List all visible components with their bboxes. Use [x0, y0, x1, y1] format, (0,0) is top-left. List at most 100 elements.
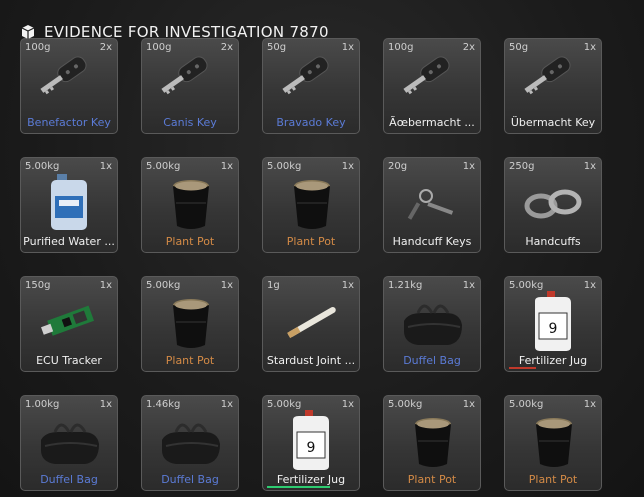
item-weight: 5.00kg: [25, 161, 60, 172]
inventory-header: EVIDENCE FOR INVESTIGATION 7870: [20, 20, 329, 44]
inventory-slot[interactable]: 50g 1x Übermacht Key: [504, 38, 602, 134]
inventory-slot[interactable]: 1.46kg 1x Duffel Bag: [141, 395, 239, 491]
inventory-slot[interactable]: 1.00kg 1x Duffel Bag: [20, 395, 118, 491]
pot-icon: [519, 410, 589, 472]
bag-icon: [35, 410, 105, 472]
item-name: Duffel Bag: [40, 473, 98, 486]
inventory-slot[interactable]: 5.00kg 1x 9 Fertilizer Jug: [504, 276, 602, 372]
inventory-slot[interactable]: 100g 2x Ãœbermacht ...: [383, 38, 481, 134]
inventory-slot[interactable]: 1.21kg 1x Duffel Bag: [383, 276, 481, 372]
inventory-slot[interactable]: 1g 1x Stardust Joint ...: [262, 276, 360, 372]
svg-text:9: 9: [549, 321, 558, 337]
inventory-title: EVIDENCE FOR INVESTIGATION 7870: [44, 23, 329, 41]
item-quantity: 1x: [462, 399, 475, 410]
item-name: Handcuff Keys: [392, 235, 472, 248]
item-name: Handcuffs: [525, 235, 581, 248]
item-name: Plant Pot: [407, 473, 457, 486]
item-weight: 50g: [509, 42, 529, 53]
item-name: Plant Pot: [165, 354, 215, 367]
key-icon: [519, 53, 589, 115]
item-weight: 150g: [25, 280, 51, 291]
pot-icon: [398, 410, 468, 472]
key-icon: [35, 53, 105, 115]
jug-icon: 9: [277, 410, 347, 472]
jug-icon: 9: [519, 291, 589, 353]
inventory-grid: 100g 2x Benefactor Key 100g 2x Canis Key 50g…: [20, 38, 604, 493]
joint-icon: [277, 291, 347, 353]
key-icon: [277, 53, 347, 115]
item-name: Fertilizer Jug: [276, 473, 346, 486]
inventory-slot[interactable]: 100g 2x Benefactor Key: [20, 38, 118, 134]
ecu-icon: [35, 291, 105, 353]
item-weight: 1.46kg: [146, 399, 181, 410]
inventory-slot[interactable]: 5.00kg 1x Plant Pot: [141, 276, 239, 372]
water-icon: [35, 172, 105, 234]
item-quantity: 1x: [583, 42, 596, 53]
inventory-slot[interactable]: 5.00kg 1x 9 Fertilizer Jug: [262, 395, 360, 491]
item-weight: 5.00kg: [509, 280, 544, 291]
item-weight: 5.00kg: [267, 161, 302, 172]
durability-bar: [509, 367, 536, 369]
item-name: Plant Pot: [286, 235, 336, 248]
item-quantity: 1x: [220, 280, 233, 291]
item-weight: 5.00kg: [388, 399, 423, 410]
item-weight: 1g: [267, 280, 280, 291]
key-icon: [156, 53, 226, 115]
item-name: Übermacht Key: [510, 116, 596, 129]
inventory-slot[interactable]: 5.00kg 1x Purified Water ...: [20, 157, 118, 253]
item-name: ECU Tracker: [36, 354, 102, 367]
inventory-slot[interactable]: 5.00kg 1x Plant Pot: [262, 157, 360, 253]
inventory-slot[interactable]: 250g 1x Handcuffs: [504, 157, 602, 253]
inventory-slot[interactable]: 5.00kg 1x Plant Pot: [141, 157, 239, 253]
item-quantity: 1x: [341, 399, 354, 410]
cuffkeys-icon: [398, 172, 468, 234]
item-name: Canis Key: [163, 116, 217, 129]
item-weight: 250g: [509, 161, 535, 172]
item-name: Bravado Key: [276, 116, 346, 129]
item-quantity: 1x: [99, 280, 112, 291]
item-quantity: 1x: [583, 399, 596, 410]
inventory-slot[interactable]: 50g 1x Bravado Key: [262, 38, 360, 134]
item-weight: 5.00kg: [146, 280, 181, 291]
item-quantity: 1x: [220, 399, 233, 410]
durability-bar: [267, 486, 330, 488]
box-icon: [21, 25, 35, 39]
pot-icon: [156, 291, 226, 353]
inventory-slot[interactable]: 150g 1x ECU Tracker: [20, 276, 118, 372]
item-quantity: 1x: [220, 161, 233, 172]
item-weight: 1.00kg: [25, 399, 60, 410]
item-quantity: 1x: [583, 161, 596, 172]
item-weight: 5.00kg: [509, 399, 544, 410]
item-quantity: 2x: [462, 42, 475, 53]
item-weight: 5.00kg: [267, 399, 302, 410]
bag-icon: [156, 410, 226, 472]
item-quantity: 1x: [462, 280, 475, 291]
item-weight: 5.00kg: [146, 161, 181, 172]
inventory-slot[interactable]: 5.00kg 1x Plant Pot: [504, 395, 602, 491]
item-quantity: 1x: [99, 399, 112, 410]
bag-icon: [398, 291, 468, 353]
item-name: Duffel Bag: [161, 473, 219, 486]
item-name: Plant Pot: [528, 473, 578, 486]
item-weight: 100g: [388, 42, 414, 53]
item-name: Benefactor Key: [27, 116, 111, 129]
item-weight: 1.21kg: [388, 280, 423, 291]
item-name: Plant Pot: [165, 235, 215, 248]
svg-text:9: 9: [307, 440, 316, 456]
key-icon: [398, 53, 468, 115]
item-quantity: 1x: [341, 42, 354, 53]
inventory-slot[interactable]: 5.00kg 1x Plant Pot: [383, 395, 481, 491]
pot-icon: [156, 172, 226, 234]
item-quantity: 1x: [341, 280, 354, 291]
pot-icon: [277, 172, 347, 234]
cuffs-icon: [519, 172, 589, 234]
item-quantity: 1x: [462, 161, 475, 172]
inventory-slot[interactable]: 100g 2x Canis Key: [141, 38, 239, 134]
inventory-slot[interactable]: 20g 1x Handcuff Keys: [383, 157, 481, 253]
item-quantity: 1x: [583, 280, 596, 291]
item-quantity: 1x: [99, 161, 112, 172]
item-weight: 20g: [388, 161, 408, 172]
item-quantity: 1x: [341, 161, 354, 172]
item-name: Duffel Bag: [403, 354, 461, 367]
item-name: Purified Water ...: [23, 235, 115, 248]
